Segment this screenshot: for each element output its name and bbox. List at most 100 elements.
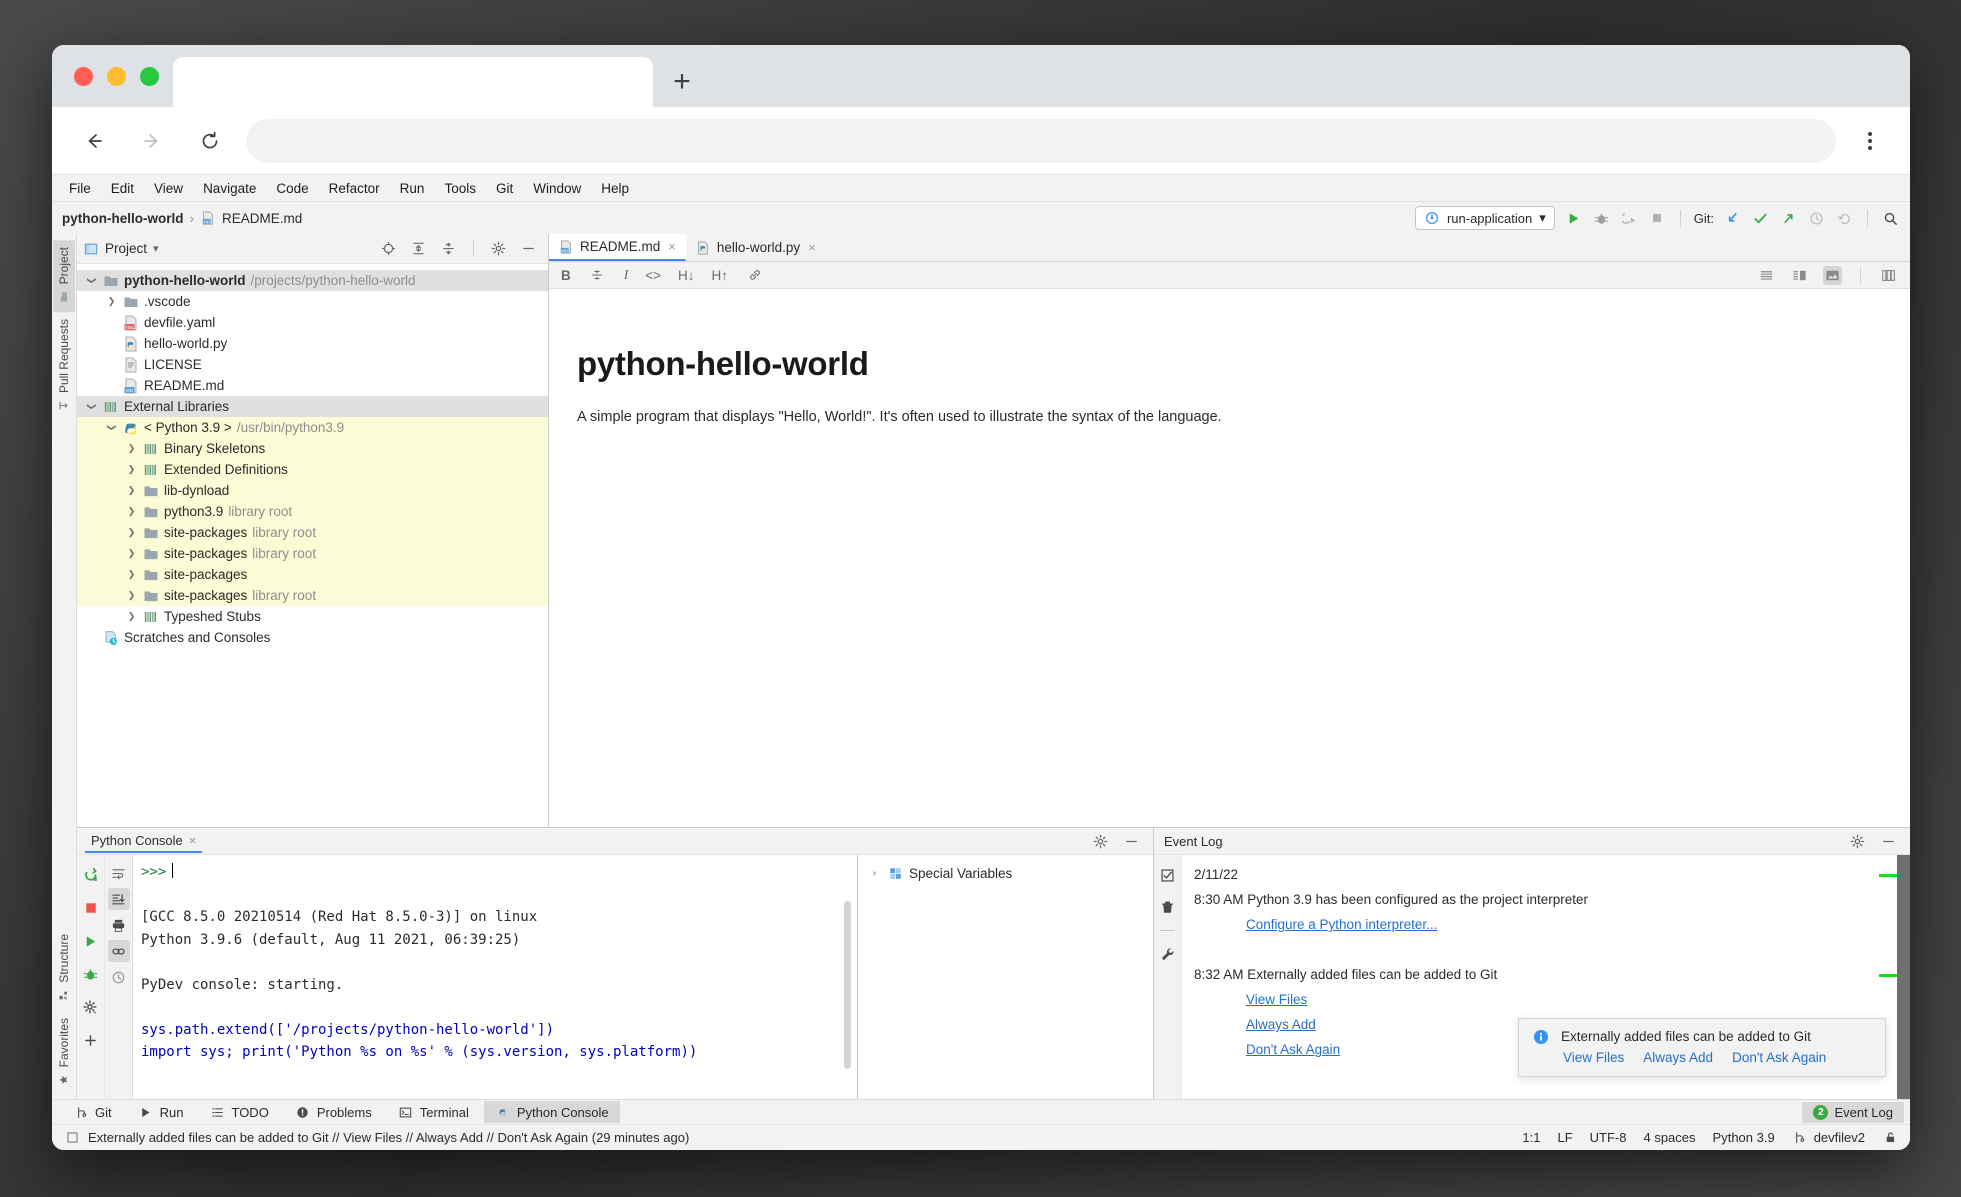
tree-node-site-packages[interactable]: ❯site-packages bbox=[77, 564, 548, 585]
debug-button[interactable] bbox=[1592, 209, 1611, 228]
tree-node-scratches-and-consoles[interactable]: Scratches and Consoles bbox=[77, 627, 548, 648]
chevron-down-icon[interactable]: ❯ bbox=[106, 421, 117, 434]
sidebar-item-project[interactable]: Project bbox=[53, 240, 75, 312]
hide-icon[interactable] bbox=[519, 239, 538, 258]
chevron-right-icon[interactable]: ❯ bbox=[125, 548, 138, 559]
tree-node-external-libraries[interactable]: ❯External Libraries bbox=[77, 396, 548, 417]
execute-icon[interactable] bbox=[80, 930, 102, 952]
close-icon[interactable]: × bbox=[668, 239, 676, 254]
editor-tab-hello-world[interactable]: hello-world.py × bbox=[686, 234, 826, 261]
chevron-down-icon[interactable]: ❯ bbox=[86, 274, 97, 287]
chevron-right-icon[interactable]: ❯ bbox=[125, 506, 138, 517]
git-push-button[interactable] bbox=[1779, 209, 1798, 228]
git-update-project-button[interactable] bbox=[1723, 209, 1742, 228]
split-icon[interactable] bbox=[1879, 266, 1898, 285]
reload-button[interactable] bbox=[188, 119, 232, 163]
event-log-scrollbar[interactable] bbox=[1897, 855, 1910, 1099]
tree-node-site-packages[interactable]: ❯site-packageslibrary root bbox=[77, 585, 548, 606]
close-window-button[interactable] bbox=[74, 67, 93, 86]
tree-node-typeshed-stubs[interactable]: ❯Typeshed Stubs bbox=[77, 606, 548, 627]
balloon-link-view-files[interactable]: View Files bbox=[1563, 1050, 1624, 1065]
editor-and-preview-icon[interactable] bbox=[1790, 266, 1809, 285]
soft-wrap-icon[interactable] bbox=[108, 862, 130, 884]
heading-up-button[interactable]: H↑ bbox=[712, 268, 729, 283]
menu-item-git[interactable]: Git bbox=[487, 178, 522, 199]
italic-button[interactable]: I bbox=[624, 267, 629, 283]
tree-node-site-packages[interactable]: ❯site-packageslibrary root bbox=[77, 522, 548, 543]
settings-icon[interactable] bbox=[80, 996, 102, 1018]
interpreter-setting[interactable]: Python 3.9 bbox=[1713, 1130, 1775, 1145]
tree-node-extended-definitions[interactable]: ❯Extended Definitions bbox=[77, 459, 548, 480]
menu-item-navigate[interactable]: Navigate bbox=[194, 178, 265, 199]
hide-icon[interactable] bbox=[1122, 832, 1141, 851]
git-branch-widget[interactable]: devfilev2 bbox=[1792, 1130, 1865, 1146]
close-icon[interactable]: × bbox=[189, 833, 197, 848]
close-icon[interactable]: × bbox=[808, 240, 816, 255]
debug-icon[interactable] bbox=[80, 963, 102, 985]
line-separator[interactable]: LF bbox=[1557, 1130, 1572, 1145]
collapse-all-icon[interactable] bbox=[439, 239, 458, 258]
bold-button[interactable]: B bbox=[561, 268, 571, 283]
console-scrollbar[interactable] bbox=[844, 901, 851, 1069]
git-rollback-button[interactable] bbox=[1835, 209, 1854, 228]
menu-item-edit[interactable]: Edit bbox=[102, 178, 143, 199]
browser-tab[interactable] bbox=[173, 57, 653, 107]
indent-setting[interactable]: 4 spaces bbox=[1643, 1130, 1695, 1145]
code-button[interactable]: <> bbox=[645, 268, 661, 283]
tool-window-button-git[interactable]: Git bbox=[62, 1101, 123, 1123]
tool-window-button-todo[interactable]: TODO bbox=[198, 1101, 279, 1123]
caret-position[interactable]: 1:1 bbox=[1522, 1130, 1540, 1145]
chevron-right-icon[interactable]: ❯ bbox=[125, 611, 138, 622]
history-icon[interactable] bbox=[108, 966, 130, 988]
special-variables-row[interactable]: › Special Variables bbox=[858, 861, 1153, 885]
menu-item-tools[interactable]: Tools bbox=[435, 178, 485, 199]
tool-window-button-python-console[interactable]: Python Console bbox=[484, 1101, 620, 1123]
browser-menu-button[interactable] bbox=[1850, 132, 1890, 150]
sidebar-item-pull-requests[interactable]: Pull Requests bbox=[53, 312, 75, 421]
print-icon[interactable] bbox=[108, 914, 130, 936]
menu-item-file[interactable]: File bbox=[60, 178, 100, 199]
tree-node-python-3-9[interactable]: ❯< Python 3.9 >/usr/bin/python3.9 bbox=[77, 417, 548, 438]
tool-window-button-problems[interactable]: Problems bbox=[284, 1101, 383, 1123]
tree-node-binary-skeletons[interactable]: ❯Binary Skeletons bbox=[77, 438, 548, 459]
forward-button[interactable] bbox=[130, 119, 174, 163]
new-tab-button[interactable]: + bbox=[653, 57, 711, 107]
editor-only-icon[interactable] bbox=[1757, 266, 1776, 285]
rerun-icon[interactable] bbox=[80, 864, 102, 886]
tree-node-readme-md[interactable]: MDREADME.md bbox=[77, 375, 548, 396]
search-everywhere-button[interactable] bbox=[1881, 209, 1900, 228]
address-bar[interactable] bbox=[246, 119, 1836, 163]
sidebar-item-favorites[interactable]: Favorites bbox=[53, 1011, 75, 1095]
lock-icon[interactable] bbox=[1882, 1130, 1898, 1146]
python-console-tab[interactable]: Python Console × bbox=[85, 829, 202, 853]
chevron-right-icon[interactable]: ❯ bbox=[125, 485, 138, 496]
chevron-right-icon[interactable]: › bbox=[868, 868, 881, 879]
git-commit-button[interactable] bbox=[1751, 209, 1770, 228]
add-icon[interactable] bbox=[80, 1029, 102, 1051]
settings-icon[interactable] bbox=[489, 239, 508, 258]
run-configuration-selector[interactable]: run-application ▾ bbox=[1415, 206, 1555, 230]
chevron-right-icon[interactable]: ❯ bbox=[125, 527, 138, 538]
show-variables-icon[interactable] bbox=[108, 940, 130, 962]
tree-node-site-packages[interactable]: ❯site-packageslibrary root bbox=[77, 543, 548, 564]
tool-window-button-terminal[interactable]: Terminal bbox=[387, 1101, 480, 1123]
chevron-right-icon[interactable]: ❯ bbox=[125, 443, 138, 454]
stop-icon[interactable] bbox=[80, 897, 102, 919]
status-message[interactable]: Externally added files can be added to G… bbox=[88, 1130, 689, 1145]
preview-only-icon[interactable] bbox=[1823, 266, 1842, 285]
run-button[interactable] bbox=[1564, 209, 1583, 228]
tree-node-hello-world-py[interactable]: hello-world.py bbox=[77, 333, 548, 354]
run-with-coverage-button[interactable] bbox=[1620, 209, 1639, 228]
console-output[interactable]: >>> [GCC 8.5.0 20210514 (Red Hat 8.5.0-3… bbox=[133, 855, 857, 1099]
menu-item-help[interactable]: Help bbox=[592, 178, 638, 199]
git-history-button[interactable] bbox=[1807, 209, 1826, 228]
hide-icon[interactable] bbox=[1879, 832, 1898, 851]
project-view-selector[interactable]: Project ▾ bbox=[83, 241, 159, 257]
locate-icon[interactable] bbox=[379, 239, 398, 258]
settings-icon[interactable] bbox=[1091, 832, 1110, 851]
tool-window-button-run[interactable]: Run bbox=[127, 1101, 195, 1123]
tree-node-python-hello-world[interactable]: ❯python-hello-world/projects/python-hell… bbox=[77, 270, 548, 291]
breadcrumb-project[interactable]: python-hello-world bbox=[62, 211, 183, 226]
tree-node-lib-dynload[interactable]: ❯lib-dynload bbox=[77, 480, 548, 501]
tree-node-vscode[interactable]: ❯.vscode bbox=[77, 291, 548, 312]
